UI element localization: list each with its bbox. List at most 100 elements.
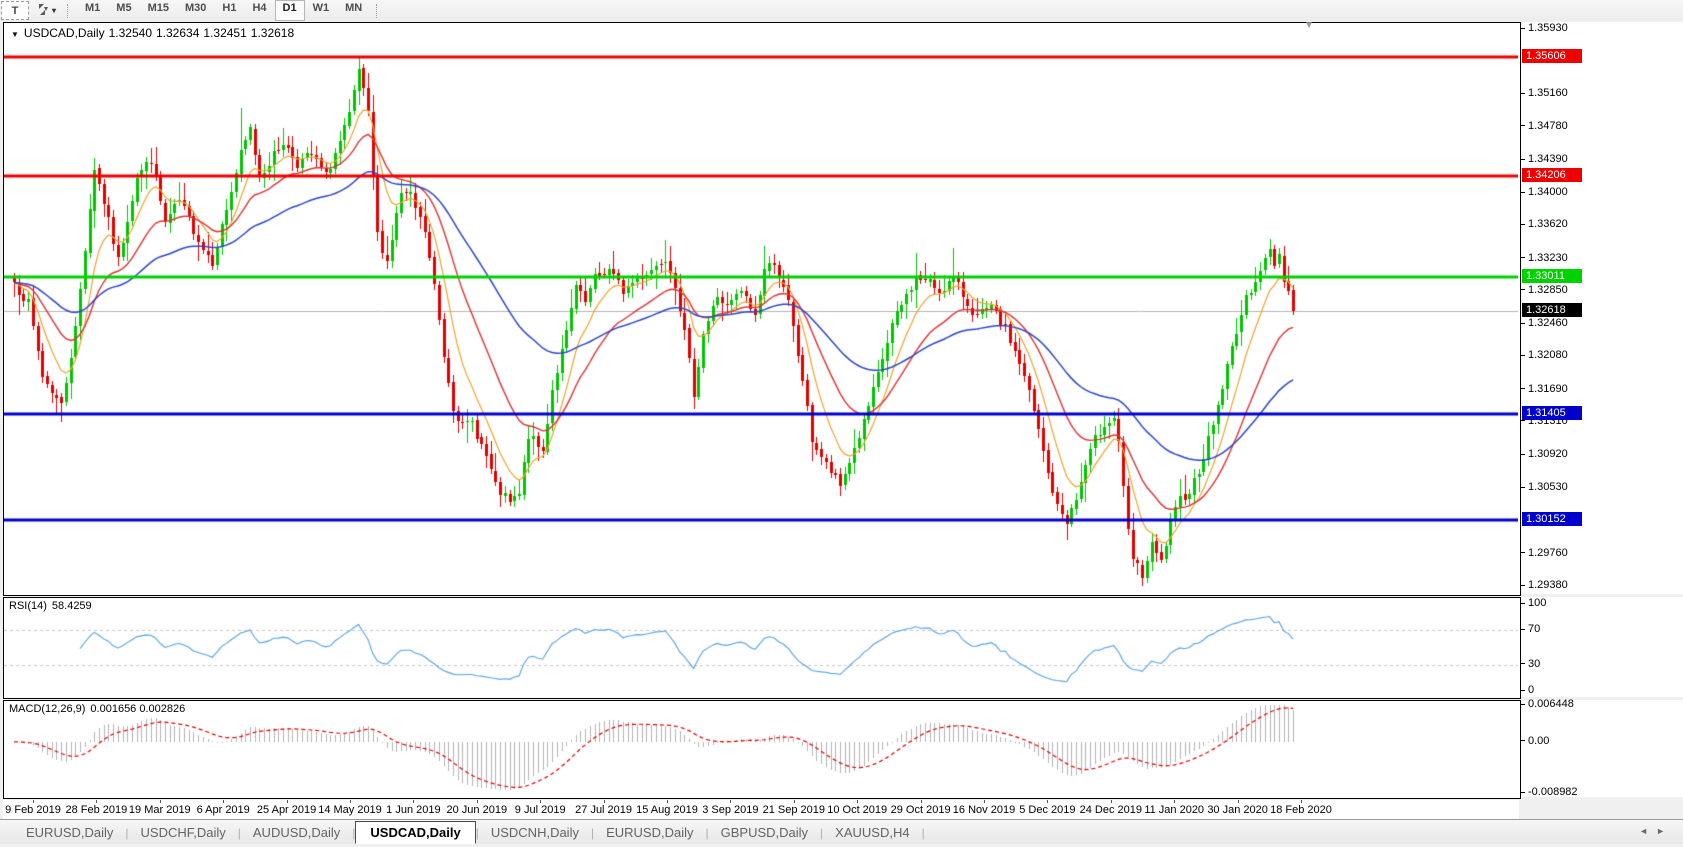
date-tick bbox=[921, 800, 922, 803]
date-label: 19 Mar 2019 bbox=[129, 804, 191, 816]
price-axis[interactable]: 1.359301.351601.347801.343901.340001.336… bbox=[1521, 22, 1683, 594]
style-dropdown-button[interactable]: ▾ bbox=[31, 2, 60, 19]
mt4-window: T ▾ M1M5M15M30H1H4D1W1MN ▼ USDCAD,Daily 1.… bbox=[0, 0, 1683, 847]
timeframe-button-m1[interactable]: M1 bbox=[77, 0, 108, 21]
timeframe-button-w1[interactable]: W1 bbox=[305, 0, 338, 21]
tick-mark bbox=[1521, 740, 1525, 741]
timeframe-button-d1[interactable]: D1 bbox=[275, 0, 305, 21]
timeframe-button-m15[interactable]: M15 bbox=[140, 0, 177, 21]
rsi-name: RSI(14) bbox=[9, 600, 47, 612]
date-label: 5 Dec 2019 bbox=[1019, 804, 1075, 816]
chart-menu-icon[interactable]: ▼ bbox=[11, 30, 19, 39]
price-tick-label: 1.32460 bbox=[1521, 317, 1568, 330]
date-label: 18 Feb 2020 bbox=[1270, 804, 1332, 816]
date-label: 9 Jul 2019 bbox=[515, 804, 566, 816]
price-tick-label: 1.29380 bbox=[1521, 579, 1568, 592]
price-tick-label: 1.35160 bbox=[1521, 87, 1568, 100]
date-label: 10 Oct 2019 bbox=[827, 804, 887, 816]
rsi-label: RSI(14) 58.4259 bbox=[9, 600, 97, 612]
price-tick-label: 1.34390 bbox=[1521, 153, 1568, 166]
date-label: 15 Aug 2019 bbox=[636, 804, 698, 816]
tick-mark bbox=[1521, 257, 1525, 258]
tab-usdcnh-daily[interactable]: USDCNH,Daily bbox=[479, 822, 591, 843]
tab-eurusd-daily[interactable]: EURUSD,Daily bbox=[14, 822, 125, 843]
macd-tick-label: -0.008982 bbox=[1521, 786, 1578, 799]
chart-title: ▼USDCAD,Daily1.325401.326341.324511.3261… bbox=[11, 26, 298, 40]
text-tool-button[interactable]: T bbox=[1, 1, 29, 20]
tab-separator: | bbox=[922, 826, 925, 840]
main-chart-canvas[interactable] bbox=[4, 23, 1518, 593]
date-tick bbox=[667, 800, 668, 803]
date-label: 9 Feb 2019 bbox=[5, 804, 61, 816]
date-axis[interactable]: 9 Feb 2019 28 Feb 201919 Mar 2019 6 Apr 20… bbox=[3, 800, 1519, 819]
tick-mark bbox=[1521, 355, 1525, 356]
macd-axis[interactable]: 0.006448 0.00 -0.008982 bbox=[1521, 700, 1683, 797]
date-label: 20 Jun 2019 bbox=[447, 804, 508, 816]
timeframe-button-m30[interactable]: M30 bbox=[177, 0, 214, 21]
tick-mark bbox=[1521, 224, 1525, 225]
date-label: 21 Sep 2019 bbox=[763, 804, 825, 816]
date-label: 27 Jul 2019 bbox=[575, 804, 632, 816]
tick-mark bbox=[1521, 159, 1525, 160]
rsi-tick-label: 30 bbox=[1521, 658, 1540, 671]
tab-scroll-left-icon[interactable]: ◄ bbox=[1639, 826, 1656, 836]
macd-name: MACD(12,26,9) bbox=[9, 703, 85, 715]
toolbar-separator bbox=[67, 4, 70, 18]
date-tick bbox=[223, 800, 224, 803]
chevron-down-icon: ▾ bbox=[52, 6, 56, 15]
rsi-panel: RSI(14) 58.4259 bbox=[3, 597, 1521, 699]
date-tick bbox=[96, 800, 97, 803]
tab-usdchf-daily[interactable]: USDCHF,Daily bbox=[129, 822, 238, 843]
tab-audusd-daily[interactable]: AUDUSD,Daily bbox=[241, 822, 352, 843]
toolbar-separator bbox=[376, 4, 379, 18]
chart-tab-bar: EURUSD,Daily|USDCHF,Daily|AUDUSD,Daily|U… bbox=[0, 819, 1683, 845]
tick-mark bbox=[1521, 629, 1525, 630]
rsi-value: 58.4259 bbox=[52, 600, 92, 612]
macd-tick-label: 0.006448 bbox=[1521, 698, 1574, 711]
tick-mark bbox=[1521, 289, 1525, 290]
date-tick bbox=[160, 800, 161, 803]
price-tick-label: 1.34000 bbox=[1521, 186, 1568, 199]
date-label: 30 Jan 2020 bbox=[1207, 804, 1268, 816]
timeframe-button-mn[interactable]: MN bbox=[337, 0, 370, 21]
macd-label: MACD(12,26,9)0.001656 0.002826 bbox=[9, 703, 190, 715]
tab-strip: EURUSD,Daily|USDCHF,Daily|AUDUSD,Daily|U… bbox=[14, 821, 925, 844]
date-label: 6 Apr 2019 bbox=[197, 804, 250, 816]
date-tick bbox=[287, 800, 288, 803]
top-toolbar: T ▾ M1M5M15M30H1H4D1W1MN bbox=[0, 0, 1683, 22]
timeframe-button-h4[interactable]: H4 bbox=[244, 0, 274, 21]
date-label: 24 Dec 2019 bbox=[1080, 804, 1142, 816]
rsi-axis[interactable]: 10070300 bbox=[1521, 597, 1683, 697]
macd-panel: MACD(12,26,9)0.001656 0.002826 bbox=[3, 700, 1521, 799]
macd-tick-label: 0.00 bbox=[1521, 735, 1549, 748]
ohlc-open: 1.32540 bbox=[109, 26, 152, 40]
date-tick bbox=[1047, 800, 1048, 803]
date-tick bbox=[730, 800, 731, 803]
tab-gbpusd-daily[interactable]: GBPUSD,Daily bbox=[709, 822, 820, 843]
tab-eurusd-daily[interactable]: EURUSD,Daily bbox=[594, 822, 705, 843]
ohlc-high: 1.32634 bbox=[156, 26, 199, 40]
tick-mark bbox=[1521, 125, 1525, 126]
rsi-tick-label: 100 bbox=[1521, 597, 1546, 610]
date-tick bbox=[794, 800, 795, 803]
timeframe-button-h1[interactable]: H1 bbox=[214, 0, 244, 21]
timeframe-button-m5[interactable]: M5 bbox=[108, 0, 139, 21]
date-tick bbox=[1174, 800, 1175, 803]
tick-mark bbox=[1521, 28, 1525, 29]
tick-mark bbox=[1521, 603, 1525, 604]
tab-usdcad-daily[interactable]: USDCAD,Daily bbox=[355, 821, 475, 844]
macd-canvas[interactable] bbox=[4, 701, 1518, 796]
tick-mark bbox=[1521, 192, 1525, 193]
rsi-canvas[interactable] bbox=[4, 598, 1518, 696]
arrows-style-icon bbox=[35, 3, 49, 19]
tick-mark bbox=[1521, 690, 1525, 691]
date-tick bbox=[1111, 800, 1112, 803]
tick-mark bbox=[1521, 454, 1525, 455]
chart-symbol: USDCAD,Daily bbox=[24, 26, 105, 40]
date-label: 28 Feb 2019 bbox=[66, 804, 128, 816]
current-price-label: 1.32618 bbox=[1522, 303, 1582, 317]
tab-xauusd-h4[interactable]: XAUUSD,H4 bbox=[823, 822, 921, 843]
chart-shift-marker[interactable]: ▼ bbox=[1304, 20, 1314, 31]
level-price-label: 1.34206 bbox=[1522, 168, 1582, 182]
tab-scroll-right-icon[interactable]: ► bbox=[1656, 826, 1673, 836]
